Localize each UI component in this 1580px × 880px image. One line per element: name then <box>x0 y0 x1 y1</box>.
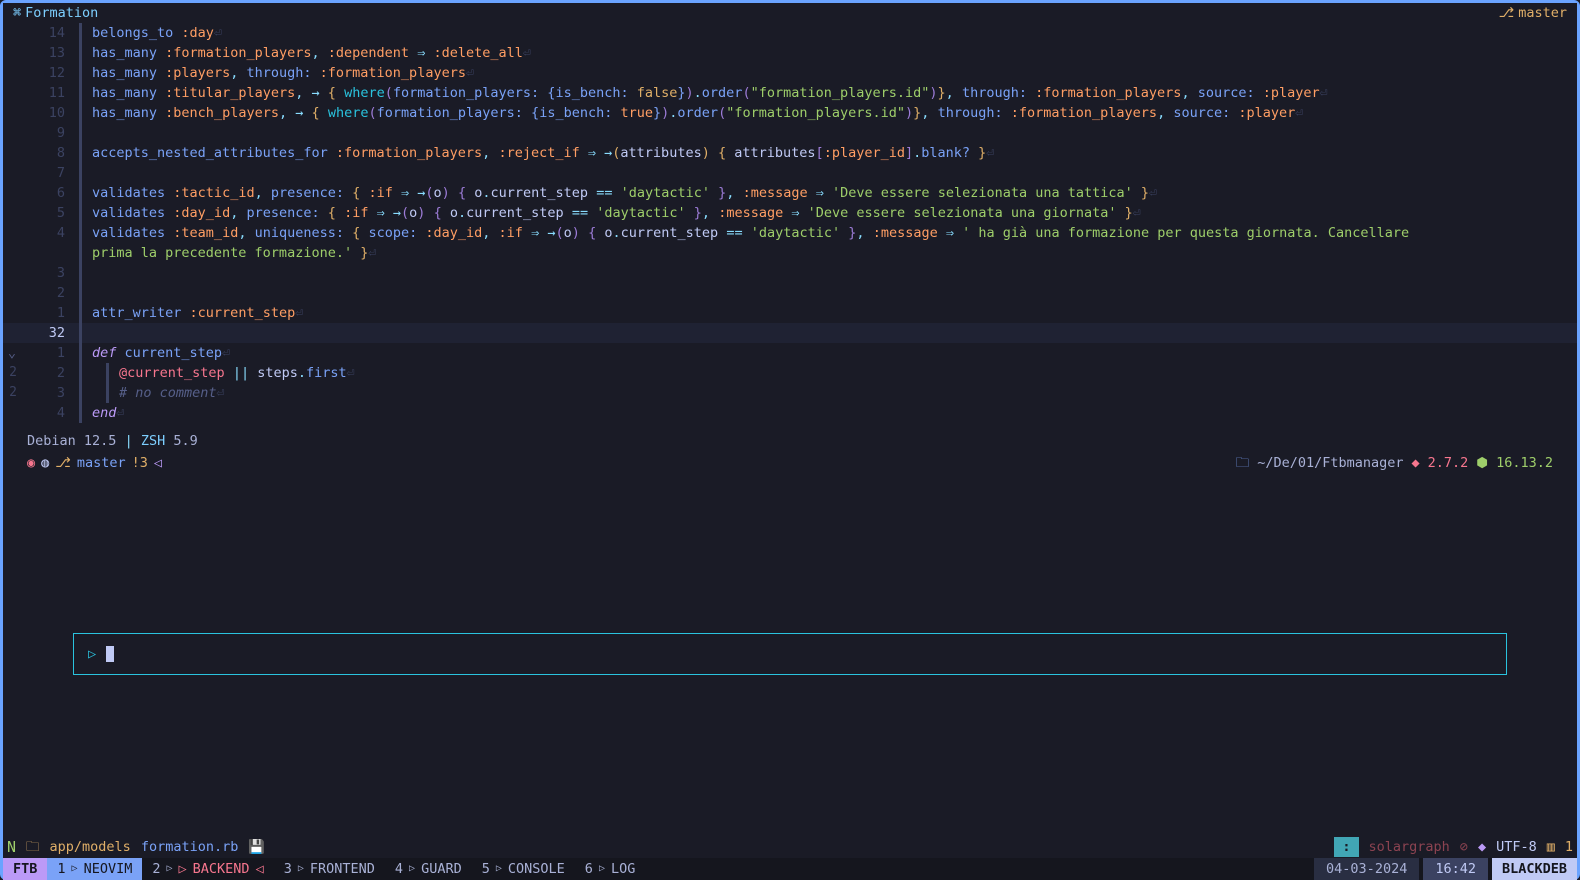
sign-column: 2 <box>6 383 20 403</box>
branch-icon: ⎇ <box>55 453 71 473</box>
code-line[interactable]: has_many :formation_players, :dependent … <box>92 43 1577 63</box>
cursor-line-number: 32 <box>21 323 79 343</box>
status-time: 16:42 <box>1423 858 1488 880</box>
file-name: formation.rb <box>141 837 239 857</box>
editor[interactable]: 14belongs_to :day⏎ 13has_many :formation… <box>3 23 1577 423</box>
line-number: 2 <box>21 283 79 303</box>
prompt-left: ◉ ◍ ⎇ master !3 ◁ <box>27 453 162 473</box>
tmux-tab-frontend[interactable]: 3 ▷ FRONTEND <box>274 858 385 880</box>
encoding-icon: ◆ <box>1478 837 1486 857</box>
code-line[interactable]: has_many :players, through: :formation_p… <box>92 63 1577 83</box>
modified-icon: 💾 <box>248 837 265 857</box>
debian-icon: ◉ <box>27 453 35 473</box>
code-line[interactable]: prima la precedente formazione.' }⏎ <box>92 243 1577 263</box>
tmux-bar: FTB 1 ▷ NEOVIM2 ▷ ▷BACKEND◁3 ▷ FRONTEND4… <box>3 858 1577 880</box>
code-line[interactable]: belongs_to :day⏎ <box>92 23 1577 43</box>
code-line[interactable]: accepts_nested_attributes_for :formation… <box>92 143 1577 163</box>
triangle-icon: ◁ <box>154 453 162 473</box>
tmux-tab-guard[interactable]: 4 ▷ GUARD <box>385 858 472 880</box>
folder-icon: 🗀 <box>26 837 40 857</box>
lsp-error-icon: ⊘ <box>1460 837 1468 857</box>
encoding: UTF-8 <box>1496 837 1537 857</box>
tmux-tabs: FTB 1 ▷ NEOVIM2 ▷ ▷BACKEND◁3 ▷ FRONTEND4… <box>3 858 645 880</box>
neovim-icon: N <box>7 837 16 857</box>
code-line[interactable]: @current_step || steps.first⏎ <box>119 363 1577 383</box>
code-line[interactable]: end⏎ <box>92 403 1577 423</box>
line-number: 7 <box>21 163 79 183</box>
line-number: 13 <box>21 43 79 63</box>
code-line[interactable]: validates :tactic_id, presence: { :if ⇒ … <box>92 183 1577 203</box>
class-icon: ⌘ <box>13 3 21 23</box>
line-number: 4 <box>21 403 79 423</box>
line-number: 10 <box>21 103 79 123</box>
code-line[interactable]: has_many :titular_players, → { where(for… <box>92 83 1577 103</box>
node-icon: ⬢ <box>1476 453 1488 473</box>
line-number: 11 <box>21 83 79 103</box>
line-number: 8 <box>21 143 79 163</box>
terminal-info: Debian 12.5 | ZSH 5.9 <box>27 431 1553 451</box>
terminal-cursor <box>106 646 114 662</box>
session-name[interactable]: FTB <box>3 858 47 880</box>
tmux-tab-backend[interactable]: 2 ▷ ▷BACKEND◁ <box>142 858 273 880</box>
terminal-pane[interactable]: Debian 12.5 | ZSH 5.9 ◉ ◍ ⎇ master !3 ◁ … <box>3 431 1577 473</box>
code-line[interactable]: def current_step⏎ <box>92 343 1577 363</box>
line-number: 1 <box>21 303 79 323</box>
branch-name: master <box>1518 3 1567 23</box>
code-line[interactable]: # no comment⏎ <box>119 383 1577 403</box>
line-number: 1 <box>21 343 79 363</box>
prompt-icon: ▷ <box>88 644 96 664</box>
status-host: BLACKDEB <box>1492 858 1577 880</box>
line-number: 12 <box>21 63 79 83</box>
line-number: 9 <box>21 123 79 143</box>
mode-indicator: : <box>1334 837 1358 857</box>
terminal-input[interactable]: ▷ <box>73 633 1507 675</box>
code-line[interactable]: attr_writer :current_step⏎ <box>92 303 1577 323</box>
line-number: 5 <box>21 203 79 223</box>
winbar-right: ⎇ master <box>1499 3 1567 23</box>
prompt-right: 🗀 ~/De/01/Ftbmanager ◆ 2.7.2 ⬢ 16.13.2 <box>1236 453 1553 473</box>
status-date: 04-03-2024 <box>1314 858 1419 880</box>
ruby-icon: ◆ <box>1412 453 1420 473</box>
winbar: ⌘ Formation ⎇ master <box>3 3 1577 23</box>
line-number: 6 <box>21 183 79 203</box>
line-number: 3 <box>21 263 79 283</box>
winbar-left: ⌘ Formation <box>13 3 98 23</box>
tmux-tab-neovim[interactable]: 1 ▷ NEOVIM <box>47 858 142 880</box>
statusline: N 🗀 app/models formation.rb 💾 : solargra… <box>3 836 1577 858</box>
github-icon: ◍ <box>41 453 49 473</box>
line-number: 4 <box>21 223 79 243</box>
percent: 1 <box>1565 837 1573 857</box>
tmux-tab-log[interactable]: 6 ▷ LOG <box>575 858 646 880</box>
class-name: Formation <box>25 3 98 23</box>
percent-icon: ▥ <box>1547 837 1555 857</box>
branch-icon: ⎇ <box>1499 3 1515 23</box>
file-dir: app/models <box>50 837 131 857</box>
sign-column: 2 <box>6 363 20 383</box>
tmux-tab-console[interactable]: 5 ▷ CONSOLE <box>472 858 575 880</box>
lsp-name: solargraph <box>1369 837 1450 857</box>
folder-icon: 🗀 <box>1236 453 1250 473</box>
line-number: 2 <box>21 363 79 383</box>
line-number: 14 <box>21 23 79 43</box>
fold-icon[interactable]: ⌄ <box>3 343 21 363</box>
code-line[interactable]: validates :day_id, presence: { :if ⇒ →(o… <box>92 203 1577 223</box>
code-line[interactable]: validates :team_id, uniqueness: { scope:… <box>92 223 1577 243</box>
line-number: 3 <box>21 383 79 403</box>
code-line[interactable]: has_many :bench_players, → { where(forma… <box>92 103 1577 123</box>
